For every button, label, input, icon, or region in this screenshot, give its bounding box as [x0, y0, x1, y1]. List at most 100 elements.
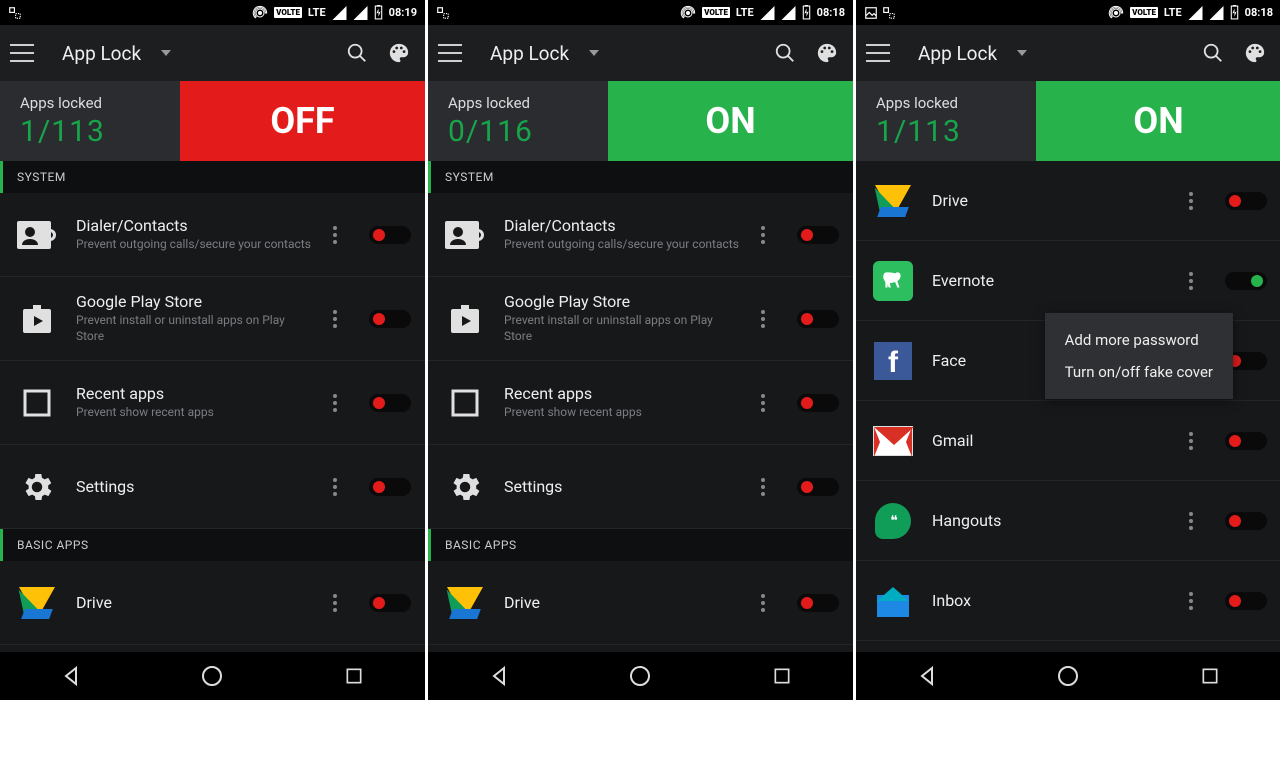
app-row[interactable]: Drive: [428, 561, 853, 645]
hangouts-icon: ❝: [870, 498, 916, 544]
app-list[interactable]: Drive Evernote f Add more password Turn …: [856, 161, 1280, 652]
more-button[interactable]: [327, 586, 343, 620]
app-name: Drive: [932, 191, 1167, 210]
app-name: Hangouts: [932, 511, 1167, 530]
menu-item-fake-cover[interactable]: Turn on/off fake cover: [1065, 353, 1213, 385]
lock-toggle[interactable]: [1225, 272, 1267, 290]
theme-button[interactable]: [811, 37, 843, 69]
app-row[interactable]: Drive: [0, 561, 425, 645]
more-button[interactable]: [1183, 184, 1199, 218]
app-row[interactable]: Gmail: [856, 401, 1280, 481]
app-row[interactable]: Dialer/Contacts Prevent outgoing calls/s…: [0, 193, 425, 277]
lock-toggle[interactable]: [797, 478, 839, 496]
lock-toggle[interactable]: [369, 310, 411, 328]
title-dropdown[interactable]: App Lock: [490, 42, 759, 65]
chevron-down-icon: [589, 50, 599, 56]
app-list[interactable]: SYSTEM Dialer/Contacts Prevent outgoing …: [428, 161, 853, 652]
more-button[interactable]: [327, 302, 343, 336]
more-button[interactable]: [1183, 504, 1199, 538]
more-button[interactable]: [755, 586, 771, 620]
more-button[interactable]: [327, 386, 343, 420]
lock-toggle[interactable]: [797, 226, 839, 244]
more-button[interactable]: [1183, 584, 1199, 618]
app-row[interactable]: Google Play Store Prevent install or uni…: [428, 277, 853, 361]
lock-toggle[interactable]: [797, 594, 839, 612]
section-header: BASIC APPS: [428, 529, 853, 561]
app-row[interactable]: f Add more password Turn on/off fake cov…: [856, 321, 1280, 401]
app-row[interactable]: Drive: [856, 161, 1280, 241]
hero-panel: Apps locked 0/116 ON: [428, 81, 853, 161]
lock-toggle[interactable]: [1225, 192, 1267, 210]
signal-icon: [353, 6, 368, 20]
back-button[interactable]: [483, 660, 515, 692]
menu-icon[interactable]: [866, 44, 890, 62]
lock-toggle[interactable]: [369, 478, 411, 496]
app-row[interactable]: ❝ Hangouts: [856, 481, 1280, 561]
back-button[interactable]: [55, 660, 87, 692]
more-button[interactable]: [1183, 424, 1199, 458]
signal-icon: [781, 6, 796, 20]
recents-button[interactable]: [338, 660, 370, 692]
lock-toggle[interactable]: [369, 226, 411, 244]
app-title: App Lock: [490, 42, 569, 65]
more-button[interactable]: [755, 218, 771, 252]
locked-label: Apps locked: [448, 94, 608, 112]
app-row[interactable]: Recent apps Prevent show recent apps: [0, 361, 425, 445]
more-button[interactable]: [327, 218, 343, 252]
app-row[interactable]: Recent apps Prevent show recent apps: [428, 361, 853, 445]
menu-item-add-password[interactable]: Add more password: [1065, 327, 1213, 353]
drive-icon: [442, 580, 488, 626]
screenshot-icon: [8, 6, 22, 20]
search-button[interactable]: [1197, 37, 1229, 69]
locked-count: 0/116: [448, 114, 608, 149]
lock-toggle[interactable]: [1225, 512, 1267, 530]
more-button[interactable]: [755, 470, 771, 504]
context-menu[interactable]: Add more password Turn on/off fake cover: [1045, 313, 1233, 399]
lock-toggle[interactable]: [797, 310, 839, 328]
home-button[interactable]: [624, 660, 656, 692]
more-button[interactable]: [1183, 264, 1199, 298]
inbox-icon: [870, 578, 916, 624]
app-row[interactable]: Google Play Store Prevent install or uni…: [0, 277, 425, 361]
recents-button[interactable]: [766, 660, 798, 692]
app-row[interactable]: Inbox: [856, 561, 1280, 641]
lock-toggle[interactable]: [369, 394, 411, 412]
status-bar: VOLTE LTE 08:19: [0, 0, 425, 25]
search-button[interactable]: [341, 37, 373, 69]
signal-icon: [1188, 6, 1203, 20]
volte-badge: VOLTE: [1130, 7, 1158, 18]
lock-toggle[interactable]: [797, 394, 839, 412]
app-bar: App Lock: [856, 25, 1280, 81]
more-button[interactable]: [755, 302, 771, 336]
master-toggle[interactable]: ON: [608, 81, 853, 161]
app-bar: App Lock: [0, 25, 425, 81]
recents-button[interactable]: [1194, 660, 1226, 692]
lock-toggle[interactable]: [369, 594, 411, 612]
app-row[interactable]: Settings: [0, 445, 425, 529]
theme-button[interactable]: [1239, 37, 1271, 69]
app-name: Google Play Store: [504, 292, 739, 311]
theme-button[interactable]: [383, 37, 415, 69]
contacts-icon: [442, 212, 488, 258]
master-toggle[interactable]: ON: [1036, 81, 1280, 161]
back-button[interactable]: [911, 660, 943, 692]
lock-toggle[interactable]: [1225, 592, 1267, 610]
home-button[interactable]: [196, 660, 228, 692]
app-row[interactable]: Evernote: [856, 241, 1280, 321]
app-list[interactable]: SYSTEM Dialer/Contacts Prevent outgoing …: [0, 161, 425, 652]
home-button[interactable]: [1052, 660, 1084, 692]
app-name: Drive: [504, 593, 739, 612]
signal-icon: [332, 6, 347, 20]
title-dropdown[interactable]: App Lock: [62, 42, 331, 65]
search-button[interactable]: [769, 37, 801, 69]
more-button[interactable]: [327, 470, 343, 504]
menu-icon[interactable]: [438, 44, 462, 62]
menu-icon[interactable]: [10, 44, 34, 62]
more-button[interactable]: [755, 386, 771, 420]
master-toggle[interactable]: OFF: [180, 81, 425, 161]
title-dropdown[interactable]: App Lock: [918, 42, 1187, 65]
app-row[interactable]: Dialer/Contacts Prevent outgoing calls/s…: [428, 193, 853, 277]
hotspot-icon: [1108, 5, 1124, 21]
app-row[interactable]: Settings: [428, 445, 853, 529]
lock-toggle[interactable]: [1225, 432, 1267, 450]
